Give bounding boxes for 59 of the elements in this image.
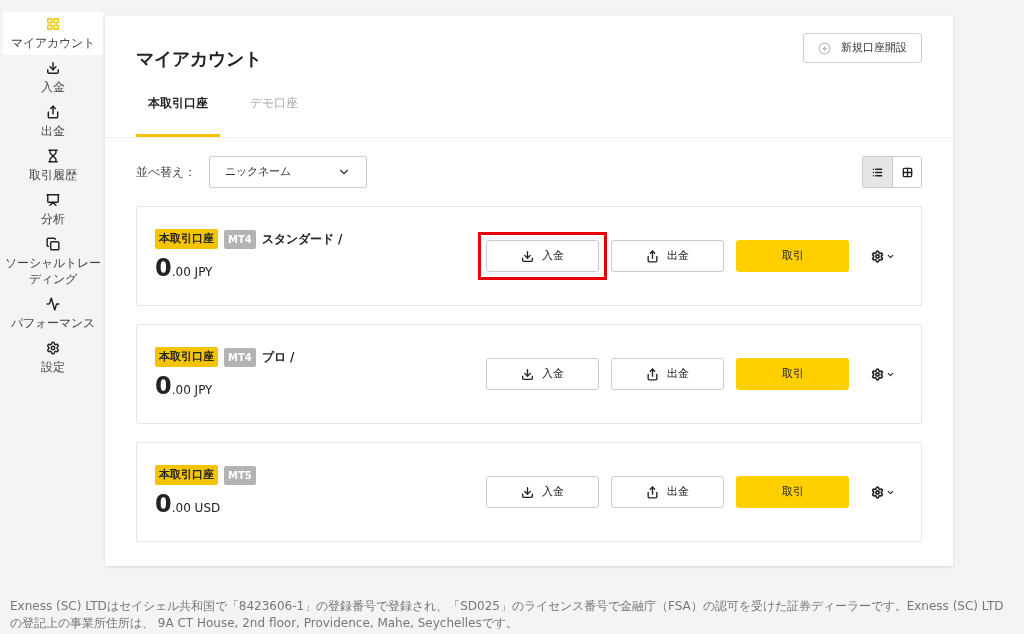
account-balance: 0.00 JPY [155,371,214,402]
footer-text: Exness (SC) LTDはセイシェル共和国で「8423606-1」の登録番号で登録され、「SD025」のライセンス番号で金融庁（FSA）の認可を受けた証券ディーラーです。Exness (SC) LTDの登記上の事業所住所は、 9A CT House, 2nd floor, Providence, Mahe, Seychellesです。 [9,598,1005,632]
grid-icon [901,166,913,178]
download-icon [521,249,534,263]
withdraw-button[interactable]: 出金 [611,240,724,272]
list-view-button[interactable] [863,157,892,187]
plus-icon [818,41,831,55]
trade-button[interactable]: 取引 [736,476,849,508]
deposit-button[interactable]: 入金 [486,240,599,272]
page-title: マイアカウント [136,47,262,71]
sidebar-item[interactable]: 取引履歴 [2,144,103,187]
sidebar-item[interactable]: マイアカウント [2,12,103,55]
account-balance: 0.00 JPY [155,253,214,284]
upload-icon [646,485,659,499]
trade-button[interactable]: 取引 [736,358,849,390]
account-balance: 0.00 USD [155,489,222,520]
sidebar-item[interactable]: 分析 [2,188,103,231]
platform-badge: MT4 [224,347,256,367]
platform-badge: MT5 [224,465,256,485]
download-icon [45,61,60,75]
copy-icon [45,237,60,251]
account-type-badge: 本取引口座 [155,464,218,486]
deposit-button[interactable]: 入金 [486,358,599,390]
grid-view-button[interactable] [892,157,921,187]
settings-menu-button[interactable] [871,485,895,499]
sort-dropdown[interactable]: ニックネーム [209,156,367,188]
tab[interactable]: 本取引口座 [136,94,220,137]
hourglass-icon [45,149,60,163]
settings-icon [45,341,60,355]
download-icon [521,367,534,381]
deposit-button[interactable]: 入金 [486,476,599,508]
pulse-icon [45,297,60,311]
download-icon [521,485,534,499]
trade-button[interactable]: 取引 [736,240,849,272]
account-type-badge: 本取引口座 [155,346,218,368]
settings-icon [871,249,884,263]
withdraw-button[interactable]: 出金 [611,358,724,390]
new-account-button[interactable]: 新規口座開設 [803,33,922,63]
list-icon [872,166,883,178]
upload-icon [646,367,659,381]
account-type-badge: 本取引口座 [155,228,218,250]
sidebar-item[interactable]: ソーシャルトレーディング [2,232,103,291]
sort-label: 並べ替え： [136,164,196,181]
settings-icon [871,367,884,381]
sidebar-item[interactable]: 入金 [2,56,103,99]
withdraw-button[interactable]: 出金 [611,476,724,508]
chart-icon [45,193,60,207]
settings-menu-button[interactable] [871,249,895,263]
account-name: スタンダード / [261,231,343,248]
sidebar-item[interactable]: 出金 [2,100,103,143]
sidebar-item[interactable]: パフォーマンス [2,292,103,335]
settings-icon [871,485,884,499]
upload-icon [45,105,60,119]
grid-icon [45,17,60,31]
sidebar-item[interactable]: 設定 [2,336,103,379]
settings-menu-button[interactable] [871,367,895,381]
platform-badge: MT4 [224,229,256,249]
account-name: プロ / [261,349,295,366]
upload-icon [646,249,659,263]
